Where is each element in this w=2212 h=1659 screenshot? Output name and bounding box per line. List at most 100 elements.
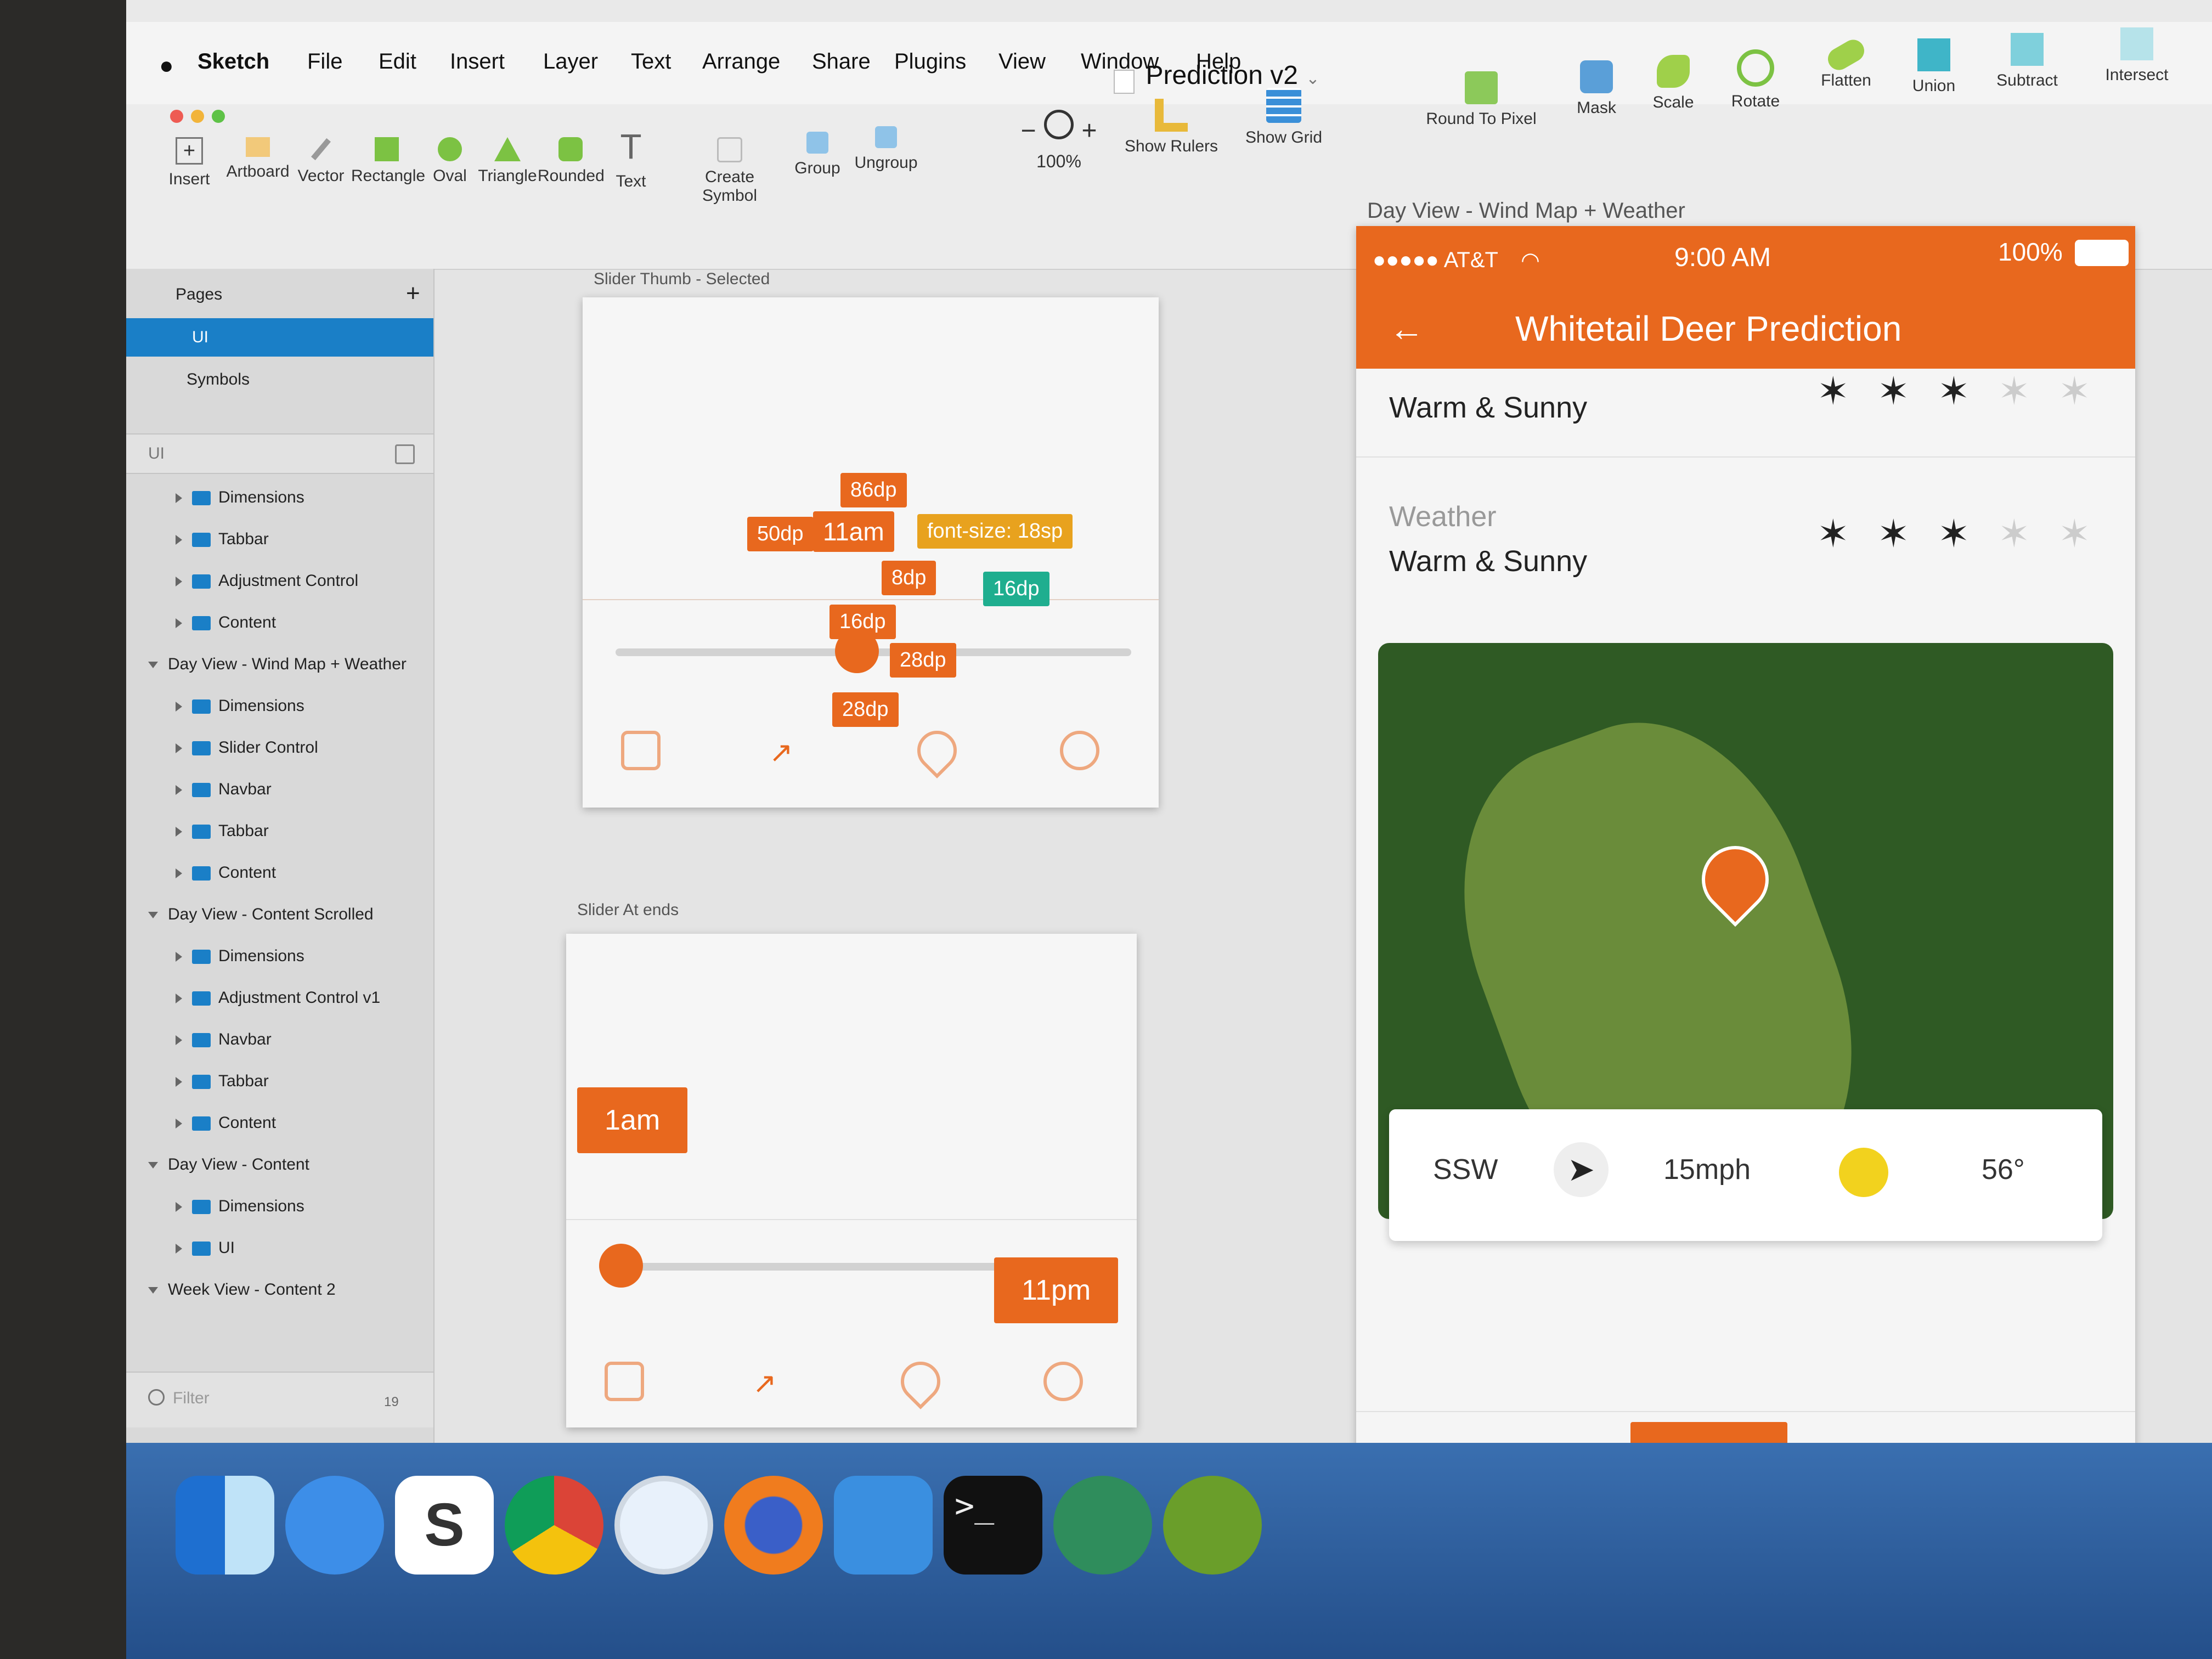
vector-button[interactable]: Vector xyxy=(291,137,351,185)
artboard-slider-thumb[interactable]: 86dp 50dp 11am font-size: 18sp 8dp 16dp … xyxy=(583,297,1159,808)
layer-row[interactable]: UI xyxy=(176,1239,235,1257)
create-symbol-button[interactable]: Create Symbol xyxy=(680,137,779,205)
slider-thumb-start[interactable] xyxy=(599,1244,643,1288)
oval-button[interactable]: Oval xyxy=(422,137,477,185)
subtract-button[interactable]: Subtract xyxy=(1980,33,2074,90)
add-page-button[interactable]: + xyxy=(406,280,420,307)
page-item-ui[interactable]: UI xyxy=(126,318,433,357)
layer-row[interactable]: Tabbar xyxy=(176,822,269,840)
layer-row[interactable]: Content xyxy=(176,1114,276,1132)
disclosure-closed-icon[interactable] xyxy=(176,1244,182,1254)
layer-row[interactable]: Adjustment Control xyxy=(176,572,358,590)
apple-icon[interactable]: ● xyxy=(159,52,174,80)
group-button[interactable]: Group xyxy=(790,132,845,178)
disclosure-closed-icon[interactable] xyxy=(176,1035,182,1046)
firefox-icon[interactable] xyxy=(724,1476,823,1575)
minimize-window-icon[interactable] xyxy=(191,110,204,123)
disclosure-closed-icon[interactable] xyxy=(176,702,182,712)
layer-row[interactable]: Dimensions xyxy=(176,488,304,507)
disclosure-closed-icon[interactable] xyxy=(176,618,182,629)
disclosure-open-icon[interactable] xyxy=(148,1162,158,1169)
disclosure-closed-icon[interactable] xyxy=(176,1202,182,1212)
menu-edit[interactable]: Edit xyxy=(379,49,416,74)
zoom-out-button[interactable]: − xyxy=(1021,116,1036,145)
page-item-symbols[interactable]: Symbols xyxy=(187,370,250,389)
canvas[interactable]: Slider Thumb - Selected 86dp 50dp 11am f… xyxy=(435,199,2212,1598)
artboard-button[interactable]: Artboard xyxy=(225,137,291,181)
close-window-icon[interactable] xyxy=(170,110,183,123)
ungroup-button[interactable]: Ungroup xyxy=(850,126,922,172)
trend-icon[interactable]: ↗ xyxy=(769,736,802,769)
disclosure-closed-icon[interactable] xyxy=(176,493,182,504)
menu-layer[interactable]: Layer xyxy=(543,49,598,74)
map-pin-icon[interactable] xyxy=(909,723,965,778)
rounded-button[interactable]: Rounded xyxy=(538,137,605,185)
layer-row[interactable]: Day View - Wind Map + Weather xyxy=(148,655,407,674)
disclosure-open-icon[interactable] xyxy=(148,912,158,919)
insert-button[interactable]: + Insert xyxy=(159,137,219,189)
disclosure-closed-icon[interactable] xyxy=(176,1119,182,1129)
disclosure-open-icon[interactable] xyxy=(148,662,158,669)
camera-icon[interactable] xyxy=(621,731,661,770)
artboard-slider-ends[interactable]: 1am 11pm ↗ xyxy=(566,934,1137,1427)
layer-row[interactable]: Content xyxy=(176,864,276,882)
layer-row[interactable]: Day View - Content Scrolled xyxy=(148,905,374,924)
xcode-icon[interactable] xyxy=(834,1476,933,1575)
disclosure-closed-icon[interactable] xyxy=(176,1077,182,1087)
camera-icon[interactable] xyxy=(605,1362,644,1401)
layer-row[interactable]: Day View - Content xyxy=(148,1155,309,1174)
mask-button[interactable]: Mask xyxy=(1564,60,1629,117)
profile-icon[interactable] xyxy=(1043,1362,1083,1401)
layer-row[interactable]: Week View - Content 2 xyxy=(148,1280,336,1299)
disclosure-open-icon[interactable] xyxy=(148,1287,158,1294)
layer-row[interactable]: Dimensions xyxy=(176,947,304,966)
finder-icon[interactable] xyxy=(176,1476,274,1575)
terminal-icon[interactable]: >_ xyxy=(944,1476,1042,1575)
layer-row[interactable]: Dimensions xyxy=(176,1197,304,1216)
atom-icon[interactable] xyxy=(1053,1476,1152,1575)
artboard-phone[interactable]: ●●●●● AT&T ◠ 9:00 AM 100% ← Whitetail De… xyxy=(1356,226,2135,1598)
menu-insert[interactable]: Insert xyxy=(450,49,505,74)
layer-row[interactable]: Adjustment Control v1 xyxy=(176,989,380,1007)
disclosure-closed-icon[interactable] xyxy=(176,827,182,837)
union-button[interactable]: Union xyxy=(1898,38,1970,95)
disclosure-closed-icon[interactable] xyxy=(176,535,182,545)
rectangle-button[interactable]: Rectangle xyxy=(351,137,425,185)
layer-row[interactable]: Dimensions xyxy=(176,697,304,715)
android-icon[interactable] xyxy=(1163,1476,1262,1575)
disclosure-closed-icon[interactable] xyxy=(176,743,182,754)
menu-plugins[interactable]: Plugins xyxy=(894,49,966,74)
disclosure-closed-icon[interactable] xyxy=(176,785,182,795)
menu-arrange[interactable]: Arrange xyxy=(702,49,780,74)
messages-icon[interactable] xyxy=(285,1476,384,1575)
show-rulers-button[interactable]: Show Rulers xyxy=(1119,99,1223,156)
menu-file[interactable]: File xyxy=(307,49,342,74)
artboard-label-thumb[interactable]: Slider Thumb - Selected xyxy=(594,270,770,289)
artboard-label-ends[interactable]: Slider At ends xyxy=(577,901,679,919)
layer-row[interactable]: Content xyxy=(176,613,276,632)
rotate-button[interactable]: Rotate xyxy=(1717,49,1794,111)
slack-icon[interactable]: S xyxy=(395,1476,494,1575)
trend-icon[interactable]: ↗ xyxy=(753,1367,786,1400)
layer-row[interactable]: Navbar xyxy=(176,780,272,799)
flatten-button[interactable]: Flatten xyxy=(1805,36,1887,90)
map-pin-icon[interactable] xyxy=(893,1353,949,1409)
round-to-pixel-button[interactable]: Round To Pixel xyxy=(1410,71,1553,128)
show-grid-button[interactable]: Show Grid xyxy=(1234,88,1333,147)
zoom-window-icon[interactable] xyxy=(212,110,225,123)
safari-icon[interactable] xyxy=(614,1476,713,1575)
back-arrow-icon[interactable]: ← xyxy=(1389,308,1424,349)
disclosure-closed-icon[interactable] xyxy=(176,868,182,879)
intersect-button[interactable]: Intersect xyxy=(2090,27,2183,84)
layer-row[interactable]: Tabbar xyxy=(176,1072,269,1091)
menu-app-name[interactable]: Sketch xyxy=(198,49,269,74)
text-button[interactable]: T Text xyxy=(603,126,658,191)
scale-button[interactable]: Scale xyxy=(1640,55,1706,112)
menu-text[interactable]: Text xyxy=(631,49,671,74)
triangle-button[interactable]: Triangle xyxy=(477,137,538,185)
menu-view[interactable]: View xyxy=(998,49,1046,74)
profile-icon[interactable] xyxy=(1060,731,1099,770)
collapse-icon[interactable] xyxy=(395,444,415,464)
layer-row[interactable]: Slider Control xyxy=(176,738,318,757)
filter-input[interactable]: Filter xyxy=(173,1389,210,1408)
